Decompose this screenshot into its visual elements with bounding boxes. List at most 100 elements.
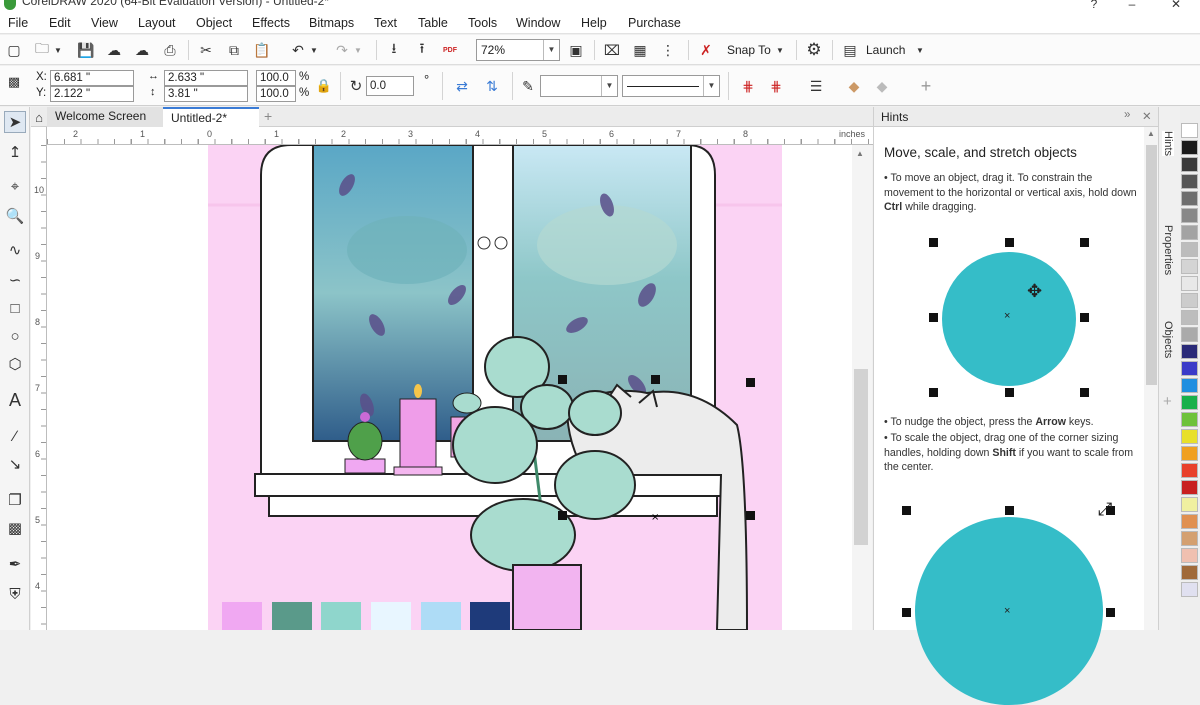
cloud-download-icon[interactable]: ☁ — [132, 40, 152, 60]
collapse-icon[interactable]: » — [1124, 109, 1130, 121]
home-icon[interactable]: ⌂ — [31, 107, 47, 127]
zoom-level-select[interactable]: 72% ▼ — [476, 39, 560, 61]
scroll-up-icon[interactable]: ▲ — [1147, 129, 1155, 138]
crop-tool-icon[interactable]: ⌖ — [4, 175, 26, 197]
palette-swatch[interactable] — [1181, 225, 1198, 240]
freehand-tool-icon[interactable]: ∿ — [4, 239, 26, 261]
tab-welcome-screen[interactable]: Welcome Screen — [47, 107, 177, 127]
menu-purchase[interactable]: Purchase — [628, 16, 681, 30]
dock-tab-objects[interactable]: Objects — [1162, 321, 1174, 358]
close-icon[interactable]: ✕ — [1142, 109, 1152, 123]
to-front-icon[interactable]: ◆ — [844, 76, 864, 96]
palette-swatch[interactable] — [1181, 344, 1198, 359]
pdf-icon[interactable]: PDF — [440, 40, 460, 60]
docker-scrollbar[interactable]: ▲ — [1144, 127, 1159, 630]
y-position-field[interactable]: 2.122 " — [50, 86, 134, 102]
palette-swatch[interactable] — [1181, 191, 1198, 206]
dock-tab-properties[interactable]: Properties — [1162, 225, 1174, 275]
open-dropdown-icon[interactable]: ▼ — [52, 40, 64, 60]
launch-dropdown-icon[interactable]: ▼ — [914, 40, 926, 60]
cloud-upload-icon[interactable]: ☁ — [104, 40, 124, 60]
drop-shadow-tool-icon[interactable]: ❐ — [4, 489, 26, 511]
zoom-tool-icon[interactable]: 🔍 — [4, 205, 26, 227]
add-icon[interactable]: + — [916, 76, 936, 96]
ellipse-tool-icon[interactable]: ○ — [4, 325, 26, 347]
menu-window[interactable]: Window — [516, 16, 560, 30]
undo-dropdown-icon[interactable]: ▼ — [308, 40, 320, 60]
scroll-thumb[interactable] — [854, 369, 868, 545]
menu-help[interactable]: Help — [581, 16, 607, 30]
combine-icon[interactable]: ⋕ — [766, 76, 786, 96]
shape-tool-icon[interactable]: ↥ — [4, 141, 26, 163]
menu-text[interactable]: Text — [374, 16, 397, 30]
polygon-tool-icon[interactable]: ⬡ — [4, 353, 26, 375]
dimension-tool-icon[interactable]: ∕ — [4, 425, 26, 447]
palette-swatch[interactable] — [1181, 157, 1198, 172]
palette-swatch[interactable] — [1181, 531, 1198, 546]
scale-height-field[interactable]: 100.0 — [256, 86, 296, 102]
menu-object[interactable]: Object — [196, 16, 232, 30]
mirror-vertical-icon[interactable]: ⇅ — [482, 76, 502, 96]
palette-swatch[interactable] — [1181, 242, 1198, 257]
palette-swatch[interactable] — [1181, 548, 1198, 563]
full-screen-preview-icon[interactable]: ▣ — [566, 40, 586, 60]
break-apart-icon[interactable]: ⋕ — [738, 76, 758, 96]
palette-swatch[interactable] — [1181, 463, 1198, 478]
import-icon[interactable]: ⭳ — [384, 40, 404, 60]
mirror-horizontal-icon[interactable]: ⇄ — [452, 76, 472, 96]
add-tab-button[interactable]: + — [259, 107, 279, 127]
palette-swatch[interactable] — [1181, 395, 1198, 410]
menu-view[interactable]: View — [91, 16, 118, 30]
launch-icon[interactable]: ▤ — [840, 40, 860, 60]
new-document-icon[interactable]: ▢ — [4, 40, 24, 60]
menu-bitmaps[interactable]: Bitmaps — [309, 16, 354, 30]
menu-table[interactable]: Table — [418, 16, 448, 30]
palette-swatch[interactable] — [1181, 514, 1198, 529]
save-icon[interactable]: 💾 — [76, 40, 96, 60]
rotate-icon[interactable]: ↻ — [346, 76, 366, 96]
palette-swatch[interactable] — [1181, 276, 1198, 291]
palette-swatch[interactable] — [1181, 259, 1198, 274]
lock-ratio-icon[interactable]: 🔒 — [314, 76, 334, 96]
palette-swatch[interactable] — [1181, 327, 1198, 342]
x-position-field[interactable]: 6.681 " — [50, 70, 134, 86]
snap-off-icon[interactable]: ✗ — [696, 40, 716, 60]
palette-swatch[interactable] — [1181, 293, 1198, 308]
snap-to-button[interactable]: Snap To — [727, 43, 771, 57]
options-gear-icon[interactable]: ⚙ — [804, 40, 824, 60]
pen-outline-icon[interactable]: ✎ — [518, 76, 538, 96]
eyedropper-tool-icon[interactable]: ✒ — [4, 553, 26, 575]
horizontal-ruler[interactable]: 2 1 0 1 2 3 4 5 6 7 8 inches — [47, 127, 873, 145]
menu-tools[interactable]: Tools — [468, 16, 497, 30]
artwork[interactable]: × — [47, 145, 852, 630]
close-button[interactable]: ✕ — [1154, 0, 1198, 12]
docker-scroll-thumb[interactable] — [1146, 145, 1157, 385]
print-icon[interactable]: ⎙ — [160, 40, 180, 60]
connector-tool-icon[interactable]: ↘ — [4, 453, 26, 475]
menu-effects[interactable]: Effects — [252, 16, 290, 30]
add-docker-icon[interactable]: + — [1163, 393, 1172, 410]
vertical-ruler[interactable]: 10 9 8 7 6 5 4 — [31, 127, 47, 630]
palette-swatch[interactable] — [1181, 378, 1198, 393]
palette-swatch[interactable] — [1181, 480, 1198, 495]
rectangle-tool-icon[interactable]: □ — [4, 297, 26, 319]
rotation-angle-field[interactable]: 0.0 — [366, 76, 414, 96]
scroll-up-icon[interactable]: ▲ — [856, 149, 864, 158]
menu-layout[interactable]: Layout — [138, 16, 176, 30]
line-style-select[interactable]: ▼ — [622, 75, 720, 97]
palette-swatch[interactable] — [1181, 174, 1198, 189]
copy-icon[interactable]: ⧉ — [224, 40, 244, 60]
dock-tab-hints[interactable]: Hints — [1162, 131, 1174, 157]
cut-icon[interactable]: ✂ — [196, 40, 216, 60]
open-icon[interactable]: 🗀 — [32, 40, 52, 60]
palette-swatch[interactable] — [1181, 310, 1198, 325]
launch-button[interactable]: Launch — [866, 43, 905, 57]
show-rulers-icon[interactable]: ⌧ — [602, 40, 622, 60]
undo-icon[interactable]: ↶ — [288, 40, 308, 60]
palette-swatch[interactable] — [1181, 565, 1198, 580]
pick-tool-icon[interactable]: ➤ — [4, 111, 26, 133]
outline-width-select[interactable]: ▼ — [540, 75, 618, 97]
canvas-vertical-scrollbar[interactable]: ▲ — [852, 145, 872, 630]
palette-swatch[interactable] — [1181, 446, 1198, 461]
width-field[interactable]: 2.633 " — [164, 70, 248, 86]
